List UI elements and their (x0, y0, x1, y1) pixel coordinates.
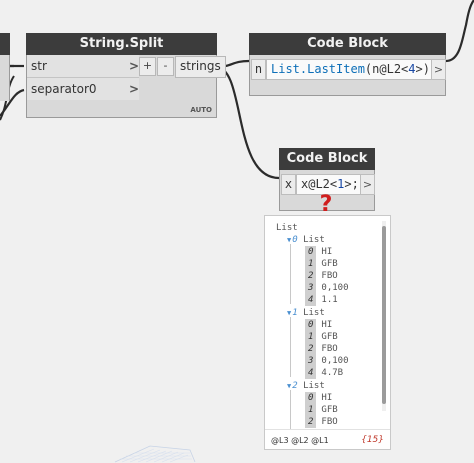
list-item: 4 4.7B (305, 367, 343, 379)
lacing-indicator[interactable]: AUTO (190, 106, 212, 114)
list-levels-label: @L3 @L2 @L1 (271, 436, 329, 445)
list-group-header[interactable]: ▼0 List (287, 234, 325, 246)
list-item: 1 GFB (305, 331, 338, 343)
node-title[interactable]: Code Block (279, 148, 375, 170)
port-label: str (31, 59, 47, 73)
item-count-label: {15} (361, 435, 384, 445)
add-input-button[interactable]: + (139, 57, 156, 76)
code-args: (n@L2< (364, 62, 409, 76)
output-port-arrow[interactable]: > (431, 59, 446, 80)
list-item: 2 FBO (305, 270, 338, 282)
code-args: x@L2< (301, 177, 338, 191)
code-close: >; (344, 177, 359, 191)
input-port-n[interactable]: n (251, 59, 266, 80)
expand-triangle-icon[interactable]: ▼ (287, 382, 291, 390)
list-item: 3 0,100 (305, 355, 349, 367)
list-item: 0 HI (305, 319, 332, 331)
watch-preview-panel[interactable]: List ▼0 List 0 HI 1 GFB 2 FBO 3 0,100 4 1.1 ▼… (264, 215, 391, 450)
list-group-header[interactable]: ▼2 List (287, 380, 325, 392)
expand-triangle-icon[interactable]: ▼ (287, 309, 291, 317)
code-close: >); (415, 62, 431, 76)
string-split-node[interactable]: String.Split str > separator0 > + - stri… (26, 33, 226, 118)
list-item: 4 1.1 (305, 294, 338, 306)
code-block-node-1[interactable]: Code Block n List.LastItem(n@L2<4>); > (249, 33, 446, 96)
port-label: separator0 (31, 82, 97, 96)
list-group-header[interactable]: ▼1 List (287, 307, 325, 319)
list-item: 2 FBO (305, 343, 338, 355)
expand-triangle-icon[interactable]: ▼ (287, 236, 291, 244)
list-item: 1 GFB (305, 404, 338, 416)
list-item: 3 0,100 (305, 282, 349, 294)
chevron-right-icon: > (129, 82, 140, 96)
question-mark-icon: ? (319, 192, 333, 217)
input-port-str[interactable]: str > (27, 55, 139, 78)
chevron-right-icon: > (129, 59, 140, 73)
input-port-x[interactable]: x (281, 174, 296, 195)
input-port-separator[interactable]: separator0 > (27, 78, 139, 100)
list-item: 1 GFB (305, 258, 338, 270)
list-item: 2 FBO (305, 416, 338, 428)
code-editor[interactable]: List.LastItem(n@L2<4>); (266, 59, 432, 80)
background-grid-fragment (114, 445, 196, 463)
output-port-arrow[interactable]: > (360, 174, 375, 195)
preview-root-label: List (276, 223, 298, 233)
output-port-strings[interactable]: strings (175, 56, 226, 78)
node-title[interactable]: String.Split (26, 33, 217, 55)
code-number: 4 (408, 62, 416, 76)
list-item: 0 HI (305, 392, 332, 404)
code-function: List.LastItem (271, 62, 365, 76)
scrollbar-thumb[interactable] (382, 226, 386, 404)
node-title[interactable]: Code Block (249, 33, 446, 55)
list-item: 0 HI (305, 246, 332, 258)
partial-node-left[interactable] (0, 33, 10, 101)
remove-input-button[interactable]: - (157, 57, 174, 76)
